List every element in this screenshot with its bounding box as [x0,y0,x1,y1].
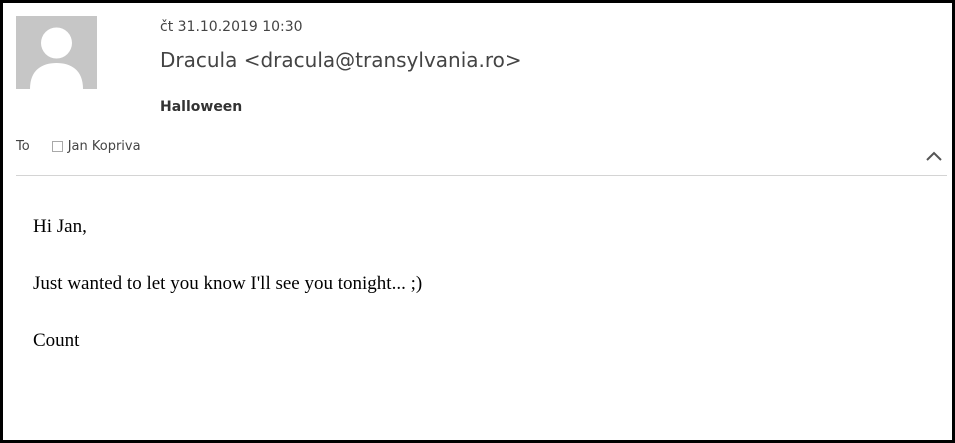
recipient-name: Jan Kopriva [67,139,141,154]
recipient-jan-kopriva[interactable]: Jan Kopriva [51,139,141,154]
header-divider [16,175,947,176]
to-label: To [16,139,30,154]
message-body: Hi Jan, Just wanted to let you know I'll… [33,215,422,386]
collapse-header-button[interactable] [923,147,945,165]
checkbox-icon[interactable] [51,141,63,152]
chevron-up-icon [926,151,942,161]
email-reading-pane: čt 31.10.2019 10:30 Dracula <dracula@tra… [0,0,955,443]
message-signature: Count [33,330,80,351]
sender-name[interactable]: Dracula <dracula@transylvania.ro> [160,48,522,72]
recipients-row: To Jan Kopriva [16,139,141,154]
avatar-placeholder-icon [30,27,83,89]
email-subject: Halloween [160,99,243,115]
message-greeting: Hi Jan, [33,216,87,237]
message-text: Just wanted to let you know I'll see you… [33,273,423,294]
sent-date: čt 31.10.2019 10:30 [160,19,303,35]
avatar [16,16,97,89]
